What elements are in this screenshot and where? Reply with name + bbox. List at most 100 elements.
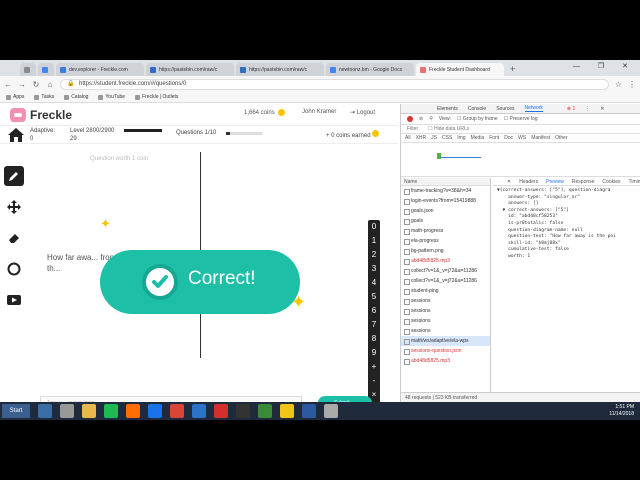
preview-tab[interactable]: Cookies: [602, 178, 620, 185]
taskbar-app-icon[interactable]: [258, 404, 272, 418]
request-list-header[interactable]: Name: [401, 178, 490, 186]
forward-icon[interactable]: →: [18, 80, 26, 89]
devtools-settings-icon[interactable]: ⋮: [585, 106, 590, 112]
browser-tab[interactable]: newtoonz.bm - Google Docs: [326, 63, 414, 76]
request-row[interactable]: sessions: [401, 326, 490, 336]
type-filter[interactable]: JS: [431, 134, 437, 142]
preview-tab[interactable]: Headers: [519, 178, 538, 185]
browser-tab[interactable]: Freckle Student Dashboard: [416, 63, 504, 76]
window-controls[interactable]: — ❐ ✕: [573, 62, 636, 70]
type-filter[interactable]: WS: [518, 134, 526, 142]
request-row[interactable]: goals: [401, 216, 490, 226]
start-button[interactable]: Start: [2, 404, 30, 418]
taskbar-app-icon[interactable]: [104, 404, 118, 418]
keypad-key[interactable]: 5: [368, 290, 380, 304]
devtools-close-icon[interactable]: ✕: [600, 106, 604, 112]
request-row[interactable]: math-progress: [401, 226, 490, 236]
taskbar-app-icon[interactable]: [236, 404, 250, 418]
pencil-tool-button[interactable]: [4, 166, 24, 186]
taskbar-app-icon[interactable]: [148, 404, 162, 418]
type-filter[interactable]: Img: [457, 134, 465, 142]
request-row[interactable]: ela-progress: [401, 236, 490, 246]
preview-tab[interactable]: Preview: [546, 178, 564, 185]
preview-tab[interactable]: Response: [572, 178, 595, 185]
taskbar-app-icon[interactable]: [170, 404, 184, 418]
browser-tab[interactable]: [20, 63, 36, 76]
keypad-key[interactable]: 4: [368, 276, 380, 290]
new-tab-icon[interactable]: +: [510, 63, 515, 76]
request-row[interactable]: login-events?from=15419888: [401, 196, 490, 206]
video-tool-button[interactable]: [4, 290, 24, 310]
circle-tool-button[interactable]: [4, 259, 24, 279]
taskbar-app-icon[interactable]: [214, 404, 228, 418]
keypad-key[interactable]: 0: [368, 220, 380, 234]
request-row[interactable]: sessions: [401, 316, 490, 326]
bookmark-item[interactable]: Apps: [6, 94, 24, 100]
browser-tab[interactable]: [38, 63, 54, 76]
logout-link[interactable]: ⇥ Logout: [350, 109, 375, 116]
home-icon[interactable]: ⌂: [46, 80, 54, 89]
taskbar-app-icon[interactable]: [192, 404, 206, 418]
browser-tab[interactable]: https://pastebin.com/raw/c: [146, 63, 234, 76]
taskbar-app-icon[interactable]: [126, 404, 140, 418]
bookmark-item[interactable]: Freckle | Outlets: [135, 94, 178, 100]
preview-tab[interactable]: Timing: [629, 178, 640, 185]
devtools-tab[interactable]: Network: [524, 105, 543, 112]
move-tool-button[interactable]: [4, 197, 24, 217]
bookmark-item[interactable]: Tasks: [34, 94, 54, 100]
request-row[interactable]: collect?v=1&_v=j72&a=11286: [401, 266, 490, 276]
error-count-badge[interactable]: ⊗ 1: [567, 106, 575, 112]
taskbar-app-icon[interactable]: [280, 404, 294, 418]
keypad-key[interactable]: 7: [368, 318, 380, 332]
menu-icon[interactable]: ⋮: [628, 80, 636, 89]
request-row[interactable]: sessions: [401, 306, 490, 316]
keypad-key[interactable]: 3: [368, 262, 380, 276]
back-icon[interactable]: ←: [4, 80, 12, 89]
preserve-log-checkbox[interactable]: ☐ Preserve log: [504, 116, 538, 122]
taskbar-app-icon[interactable]: [38, 404, 52, 418]
request-row[interactable]: sessions: [401, 296, 490, 306]
filter-icon[interactable]: ⚲: [429, 116, 433, 122]
hide-data-urls-checkbox[interactable]: ☐ Hide data URLs: [428, 125, 469, 133]
request-row[interactable]: abd48d5825.mp3: [401, 256, 490, 266]
type-filter[interactable]: Manifest: [531, 134, 550, 142]
request-row[interactable]: math/ws/adaptive/ela-wps: [401, 336, 490, 346]
taskbar-app-icon[interactable]: [302, 404, 316, 418]
taskbar-app-icon[interactable]: [82, 404, 96, 418]
browser-tab[interactable]: https://pastebin.com/raw/c: [236, 63, 324, 76]
request-row[interactable]: collect?v=1&_v=j72&a=11286: [401, 276, 490, 286]
devtools-tab[interactable]: Elements: [437, 106, 458, 112]
type-filter[interactable]: Other: [555, 134, 568, 142]
username[interactable]: John Kramer: [302, 109, 336, 115]
type-filter[interactable]: CSS: [442, 134, 452, 142]
keypad-key[interactable]: 2: [368, 248, 380, 262]
keypad-key[interactable]: -: [368, 374, 380, 388]
devtools-tab[interactable]: Sources: [496, 106, 514, 112]
bookmark-item[interactable]: YouTube: [98, 94, 125, 100]
home-icon[interactable]: [8, 128, 24, 142]
record-icon[interactable]: [407, 116, 413, 122]
type-filter[interactable]: Doc: [504, 134, 513, 142]
taskbar-app-icon[interactable]: [324, 404, 338, 418]
request-row[interactable]: goals.json: [401, 206, 490, 216]
keypad-key[interactable]: 9: [368, 346, 380, 360]
devtools-tab[interactable]: Console: [468, 106, 486, 112]
keypad-key[interactable]: 8: [368, 332, 380, 346]
close-preview-icon[interactable]: ✕: [507, 178, 511, 185]
browser-tab[interactable]: dev.explorer - Freckle.com: [56, 63, 144, 76]
url-input[interactable]: 🔒 https://student.freckle.com/#/question…: [60, 78, 609, 90]
eraser-tool-button[interactable]: [4, 228, 24, 248]
type-filter[interactable]: XHR: [416, 134, 427, 142]
reload-icon[interactable]: ↻: [32, 80, 40, 89]
request-row[interactable]: sessions-question.json: [401, 346, 490, 356]
type-filter[interactable]: Media: [471, 134, 485, 142]
request-row[interactable]: frame-tracking?v=38&h=34: [401, 186, 490, 196]
group-by-frame-checkbox[interactable]: ☐ Group by frame: [457, 116, 498, 122]
request-row[interactable]: student-ping: [401, 286, 490, 296]
request-row[interactable]: bg-pattern.png: [401, 246, 490, 256]
bookmark-star-icon[interactable]: ☆: [615, 80, 622, 89]
keypad-key[interactable]: 1: [368, 234, 380, 248]
keypad-key[interactable]: +: [368, 360, 380, 374]
type-filter[interactable]: Font: [489, 134, 499, 142]
request-row[interactable]: abd48d5825.mp3: [401, 356, 490, 366]
